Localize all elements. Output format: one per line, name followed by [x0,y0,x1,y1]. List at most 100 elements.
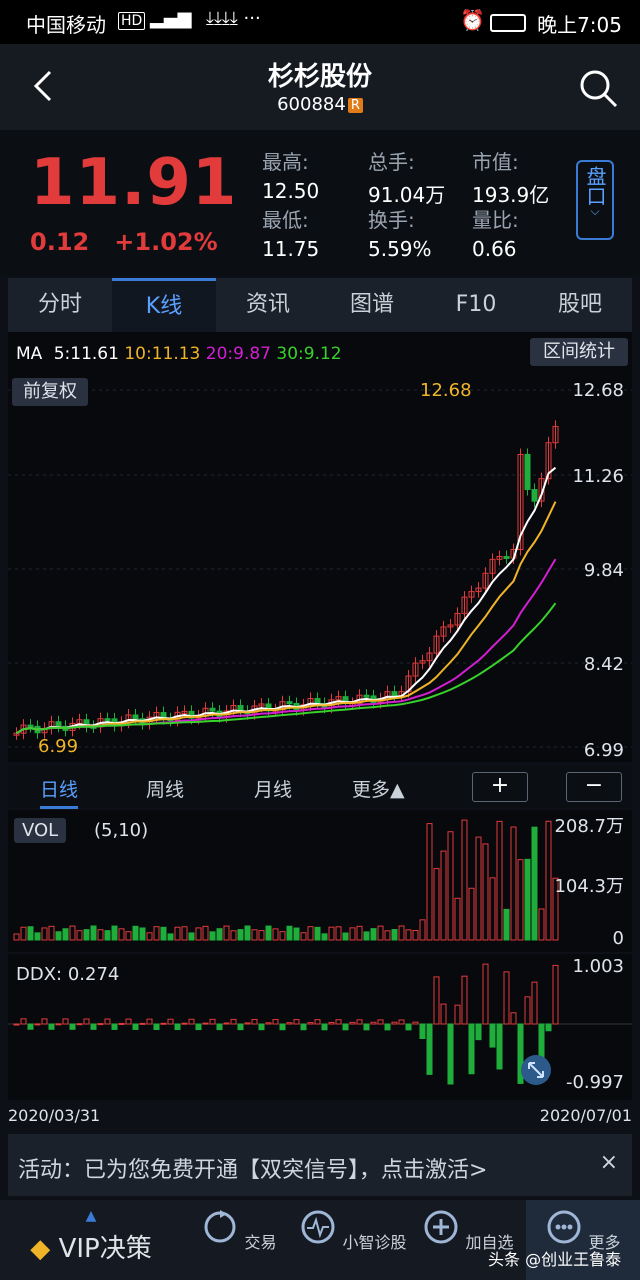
tab-kline[interactable]: K线 [112,278,216,332]
ddx-bar [251,1018,258,1025]
chevron-down-icon: ⌵ [590,204,600,218]
volume-bar [440,850,447,941]
expand-icon[interactable] [520,1054,552,1086]
volume-bar [83,929,90,941]
volume-bar [328,926,335,941]
ddx-bar [391,1021,398,1025]
download-icon: ⤓⤓⤓⤓ ··· [206,8,261,29]
volume-bar [132,925,139,941]
volume-bar [209,931,216,941]
tab-f10[interactable]: F10 [424,278,528,332]
tab-forum[interactable]: 股吧 [528,278,632,332]
promo-banner[interactable]: 活动：已为您免费开通【双突信号】，点击激活> × [8,1134,632,1196]
ddx-bar [468,1023,475,1075]
volume-bar [538,908,545,941]
stat-label: 市值: [472,150,519,174]
zoom-in-button[interactable]: + [472,772,528,802]
diamond-icon: ◆ [30,1234,51,1264]
volume-bar [160,926,167,941]
candle [503,556,510,560]
last-price: 11.91 [30,146,238,220]
period-daily[interactable]: 日线 [40,775,79,809]
tab-news[interactable]: 资讯 [216,278,320,332]
vol-y-zero: 0 [612,928,624,949]
volume-bar [356,925,363,941]
kline-chart[interactable]: 12.68 11.26 9.84 8.42 6.99 12.68 6.99 [8,332,632,762]
candle [132,714,139,720]
vol-y-top: 208.7万 [554,816,624,837]
low-marker-label: 6.99 [38,736,79,757]
ddx-bar [482,963,489,1025]
volume-bar [321,933,328,941]
ddx-bar [447,1023,454,1085]
period-more[interactable]: 更多▲ [352,775,405,802]
search-icon[interactable] [576,66,620,110]
volume-chart[interactable]: VOL (5,10) 208.7万 104.3万 0 [8,810,632,952]
ddx-bar [377,1019,384,1025]
ddx-bar [433,976,440,1025]
ma10-value: 10:11.13 [124,344,201,364]
ddx-bar [139,1022,146,1025]
ddx-bar [384,1023,391,1031]
nav-label: VIP决策 [58,1234,152,1264]
ddx-bar [475,1023,482,1041]
ddx-bar [335,1019,342,1025]
nav-trade[interactable]: 交易 [184,1200,294,1280]
volume-bar [468,887,475,941]
order-book-button[interactable]: 盘口 ⌵ [576,160,614,240]
candle [27,724,34,728]
ddx-bar [286,1022,293,1025]
chevron-up-icon: ▲ [85,1208,97,1224]
ddx-bar [342,1023,349,1031]
candle [531,489,538,502]
close-icon[interactable]: × [600,1150,618,1175]
volume-bar [97,929,104,941]
y-axis-label: 8.42 [583,654,624,675]
volume-bar [55,931,62,941]
ddx-label: DDX: 0.274 [16,964,120,985]
volume-bar [272,928,279,941]
volume-bar [181,926,188,941]
volume-bar [531,826,538,941]
ddx-bar [426,1023,433,1075]
ddx-bar [153,1023,160,1030]
tab-graph[interactable]: 图谱 [320,278,424,332]
range-stats-button[interactable]: 区间统计 [530,338,628,366]
ddx-bar [34,1023,41,1026]
period-weekly[interactable]: 周线 [146,775,184,802]
ddx-chart[interactable]: DDX: 0.274 1.003 -0.997 [8,954,632,1100]
ddx-bar [27,1023,34,1030]
ddx-bar [398,1019,405,1025]
nav-vip[interactable]: ▲ ◆ VIP决策 [0,1200,182,1280]
ddx-bar [307,1022,314,1025]
vol-label[interactable]: VOL [14,818,67,843]
ddx-bar [41,1018,48,1025]
ddx-bar [545,1023,552,1032]
volume-bar [188,932,195,941]
ddx-bar [237,1023,244,1031]
clock-label: 晚上7:05 [537,13,622,37]
back-icon[interactable] [26,66,66,106]
period-bar: 日线 周线 月线 更多▲ + − [8,766,632,809]
ddx-bar [111,1023,118,1030]
volume-bar [237,929,244,941]
volume-bar [293,927,300,941]
ddx-bar [62,1018,69,1025]
candle [55,721,62,727]
zoom-out-button[interactable]: − [566,772,622,802]
ddx-bar [265,1022,272,1025]
period-monthly[interactable]: 月线 [254,775,292,802]
nav-diagnose[interactable]: 小智诊股 [296,1200,410,1280]
adjust-mode-button[interactable]: 前复权 [12,378,88,406]
volume-bar [118,928,125,941]
alarm-icon: ⏰ [460,8,485,32]
ddx-bar [510,1012,517,1025]
volume-bar [517,859,524,941]
promo-text[interactable]: 活动：已为您免费开通【双突信号】，点击激活> [18,1152,487,1184]
ddx-bar [454,1004,461,1025]
ddx-bar [370,1021,377,1025]
volume-bar [216,928,223,941]
tab-timeshare[interactable]: 分时 [8,278,112,332]
refresh-icon [204,1210,236,1243]
ddx-bar [440,1003,447,1025]
